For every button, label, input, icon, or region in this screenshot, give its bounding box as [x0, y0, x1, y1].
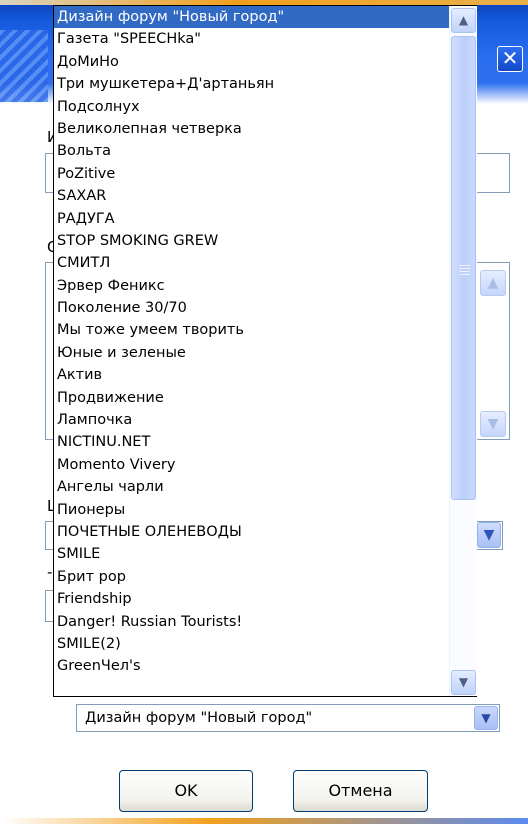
list-item[interactable]: NICTINU.NET — [54, 431, 449, 453]
scroll-down-button[interactable]: ▼ — [451, 670, 476, 695]
list-item[interactable]: Вольта — [54, 140, 449, 162]
list-item[interactable]: GreenЧел's — [54, 655, 449, 677]
list-item[interactable]: Юные и зеленые — [54, 342, 449, 364]
list-item[interactable]: Эрвер Феникс — [54, 275, 449, 297]
dropdown-items: Дизайн форум "Новый город" Газета "SPEECH… — [54, 6, 449, 696]
list-item[interactable]: SMILE(2) — [54, 633, 449, 655]
background-combo-arrow[interactable]: ▼ — [477, 522, 501, 548]
scroll-up-button[interactable]: ▲ — [451, 8, 476, 33]
ok-button[interactable]: OK — [119, 770, 253, 812]
list-item[interactable]: Лампочка — [54, 409, 449, 431]
chevron-down-icon: ▼ — [481, 711, 491, 725]
list-item[interactable]: SMILE — [54, 543, 449, 565]
combo-value: Дизайн форум "Новый город" — [85, 710, 313, 726]
combo-dropdown-button[interactable]: ▼ — [474, 706, 498, 730]
list-item[interactable]: РАДУГА — [54, 208, 449, 230]
close-icon: ✕ — [501, 46, 519, 70]
list-item[interactable]: ПОЧЕТНЫЕ ОЛЕНЕВОДЫ — [54, 521, 449, 543]
list-item[interactable]: Брит рор — [54, 566, 449, 588]
list-item[interactable]: Danger! Russian Tourists! — [54, 611, 449, 633]
list-item[interactable]: Великолепная четверка — [54, 118, 449, 140]
list-item[interactable]: ДоМиНо — [54, 51, 449, 73]
background-scroll-up-button[interactable]: ▲ — [480, 270, 506, 296]
list-item[interactable]: Три мушкетера+Д'артаньян — [54, 73, 449, 95]
titlebar-stripes — [0, 30, 48, 102]
list-item[interactable]: СМИТЛ — [54, 252, 449, 274]
list-item[interactable]: Ангелы чарли — [54, 476, 449, 498]
arrow-down-icon: ▼ — [458, 675, 469, 689]
scroll-thumb[interactable] — [451, 36, 476, 500]
list-item[interactable]: PoZitive — [54, 163, 449, 185]
hidden-label-4: - — [47, 563, 53, 581]
list-item[interactable]: STOP SMOKING GREW — [54, 230, 449, 252]
team-combobox[interactable]: Дизайн форум "Новый город" ▼ — [76, 704, 500, 732]
list-item[interactable]: Пионеры — [54, 499, 449, 521]
close-button[interactable]: ✕ — [497, 46, 523, 72]
list-item[interactable]: Поколение 30/70 — [54, 297, 449, 319]
team-dropdown-list[interactable]: Дизайн форум "Новый город" Газета "SPEECH… — [53, 5, 477, 697]
list-item[interactable]: Momento Vivery — [54, 454, 449, 476]
list-item[interactable]: Мы тоже умеем творить — [54, 319, 449, 341]
list-item[interactable]: Актив — [54, 364, 449, 386]
list-item[interactable]: Дизайн форум "Новый город" — [54, 6, 449, 29]
background-scroll-down-button[interactable]: ▼ — [480, 411, 506, 437]
list-item[interactable]: SAXAR — [54, 185, 449, 207]
arrow-up-icon: ▲ — [458, 13, 469, 27]
list-item[interactable]: Friendship — [54, 588, 449, 610]
list-item[interactable]: Газета "SPEECHka" — [54, 28, 449, 50]
dropdown-scrollbar[interactable]: ▲ ▼ — [449, 6, 477, 696]
dialog-bottom-accent — [0, 818, 528, 824]
list-item[interactable]: Продвижение — [54, 387, 449, 409]
list-item[interactable]: Подсолнух — [54, 96, 449, 118]
cancel-button[interactable]: Отмена — [293, 770, 428, 812]
